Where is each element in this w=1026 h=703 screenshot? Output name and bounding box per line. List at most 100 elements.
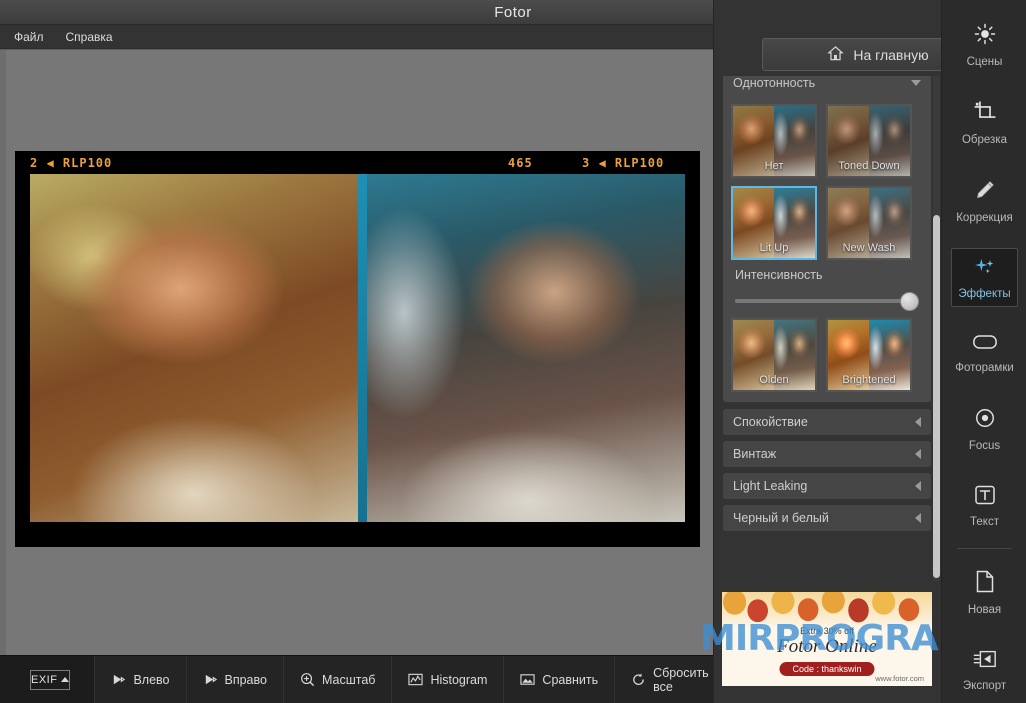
canvas-left-strip	[0, 50, 6, 656]
photo-frame[interactable]: 2 ◀ RLP100 465 3 ◀ RLP100	[16, 152, 699, 546]
section-light-leaking[interactable]: Light Leaking	[723, 473, 931, 499]
slider-knob[interactable]	[900, 292, 919, 311]
ad-title: Fotor Online	[722, 636, 932, 658]
effect-thumb-lit-up[interactable]: Lit Up	[731, 186, 817, 260]
rail-label-effects: Эффекты	[958, 288, 1010, 300]
chevron-left-icon	[915, 481, 921, 491]
thumb-right-half	[774, 106, 815, 176]
tool-rail: Сцены Обрезка Коррекция	[941, 0, 1026, 703]
exif-button[interactable]: EXIF	[30, 670, 70, 690]
effect-thumb-toned-down[interactable]: Toned Down	[826, 104, 912, 178]
new-page-icon	[975, 570, 995, 598]
rail-item-crop[interactable]: Обрезка	[942, 82, 1026, 160]
rail-label-adjust: Коррекция	[956, 212, 1013, 224]
photo-original-half	[30, 174, 358, 522]
photo-effect-half	[358, 174, 686, 522]
thumb-right-half	[774, 188, 815, 258]
reset-all-button[interactable]: Сбросить все	[615, 656, 725, 703]
ad-extra-text: Extra 30% off	[722, 626, 932, 636]
histogram-icon	[408, 672, 423, 687]
thumb-right-half	[774, 320, 815, 390]
rotate-left-label: Влево	[133, 673, 169, 687]
rotate-left-button[interactable]: Влево	[95, 656, 186, 703]
section-label-calm: Спокойствие	[733, 415, 808, 429]
thumb-left-half	[828, 106, 869, 176]
rail-label-text: Текст	[970, 516, 999, 528]
intensity-label: Интенсивность	[735, 268, 923, 282]
section-header-monochrome[interactable]: Однотонность	[723, 76, 931, 96]
rail-box: Focus	[951, 398, 1018, 459]
film-frame-number: 465	[508, 156, 533, 170]
rotate-right-button[interactable]: Вправо	[187, 656, 284, 703]
effect-thumb-brightened[interactable]: Brightened	[826, 318, 912, 392]
thumb-left-half	[733, 188, 774, 258]
rail-item-text[interactable]: Текст	[942, 466, 1026, 542]
rotate-right-label: Вправо	[225, 673, 267, 687]
rail-box: Обрезка	[951, 92, 1018, 153]
thumb-right-half	[869, 106, 910, 176]
zoom-button[interactable]: Масштаб	[284, 656, 392, 703]
crop-icon	[974, 101, 996, 128]
thumb-right-half	[869, 188, 910, 258]
section-label-vintage: Винтаж	[733, 447, 776, 461]
panel-scrollbar-thumb[interactable]	[933, 215, 940, 578]
film-right-code: 3 ◀ RLP100	[582, 156, 664, 170]
section-black-white[interactable]: Черный и белый	[723, 505, 931, 531]
frame-icon	[972, 333, 998, 356]
thumbnail-row-mid: Lit Up New Wash	[731, 186, 923, 260]
bottom-toolbar: EXIF Влево Вправо Масштаб	[0, 655, 713, 703]
thumb-left-half	[733, 106, 774, 176]
effect-thumb-olden[interactable]: Olden	[731, 318, 817, 392]
thumb-left-half	[828, 188, 869, 258]
rail-box: Коррекция	[951, 170, 1018, 231]
rail-item-new[interactable]: Новая	[942, 551, 1026, 630]
section-label-black-white: Черный и белый	[733, 511, 829, 525]
editor-canvas[interactable]: 2 ◀ RLP100 465 3 ◀ RLP100	[0, 49, 713, 655]
reset-icon	[631, 672, 646, 687]
chevron-left-icon	[915, 449, 921, 459]
ad-promo-code: Code : thankswin	[779, 662, 874, 676]
chevron-left-icon	[915, 513, 921, 523]
rotate-left-icon	[111, 672, 126, 687]
rail-label-export: Экспорт	[963, 680, 1006, 692]
rail-item-focus[interactable]: Focus	[942, 388, 1026, 466]
section-calm[interactable]: Спокойствие	[723, 409, 931, 435]
panel-scrollbar[interactable]	[933, 76, 940, 581]
rail-item-adjust[interactable]: Коррекция	[942, 160, 1026, 238]
photo-image	[30, 174, 685, 522]
zoom-icon	[300, 672, 315, 687]
fotor-window: Fotor X Файл Справка 2 ◀ RLP100 465 3 ◀ …	[0, 0, 1026, 703]
rail-label-focus: Focus	[969, 440, 1000, 452]
section-title-monochrome: Однотонность	[733, 76, 815, 90]
menu-file[interactable]: Файл	[14, 30, 44, 44]
rail-box: Новая	[951, 561, 1018, 623]
thumb-right-half	[869, 320, 910, 390]
home-icon	[827, 45, 844, 65]
sparkles-icon	[973, 257, 997, 282]
ad-banner[interactable]: Extra 30% off Fotor Online Code : thanks…	[722, 592, 932, 686]
section-vintage[interactable]: Винтаж	[723, 441, 931, 467]
caret-up-icon	[61, 677, 69, 682]
scenes-sun-icon	[974, 23, 996, 50]
menu-help[interactable]: Справка	[66, 30, 113, 44]
effect-thumb-new-wash[interactable]: New Wash	[826, 186, 912, 260]
home-button-label: На главную	[853, 47, 928, 63]
compare-button[interactable]: Сравнить	[504, 656, 615, 703]
pencil-icon	[974, 179, 996, 206]
focus-target-icon	[974, 407, 996, 434]
intensity-slider[interactable]	[735, 292, 919, 310]
chevron-down-icon	[911, 80, 921, 86]
section-body-monochrome: Нет Toned Down Lit Up	[723, 96, 931, 402]
effect-thumb-none[interactable]: Нет	[731, 104, 817, 178]
film-header: 2 ◀ RLP100 465 3 ◀ RLP100	[16, 152, 699, 174]
rail-item-frames[interactable]: Фоторамки	[942, 314, 1026, 388]
rail-item-export[interactable]: Экспорт	[942, 630, 1026, 703]
rail-item-effects[interactable]: Эффекты	[942, 238, 1026, 314]
zoom-label: Масштаб	[322, 673, 375, 687]
rail-item-scenes[interactable]: Сцены	[942, 0, 1026, 82]
rail-box: Экспорт	[951, 640, 1018, 699]
thumbnail-row-top: Нет Toned Down	[731, 104, 923, 178]
histogram-button[interactable]: Histogram	[392, 656, 504, 703]
rail-divider	[957, 548, 1012, 549]
reset-all-label: Сбросить все	[653, 666, 709, 694]
